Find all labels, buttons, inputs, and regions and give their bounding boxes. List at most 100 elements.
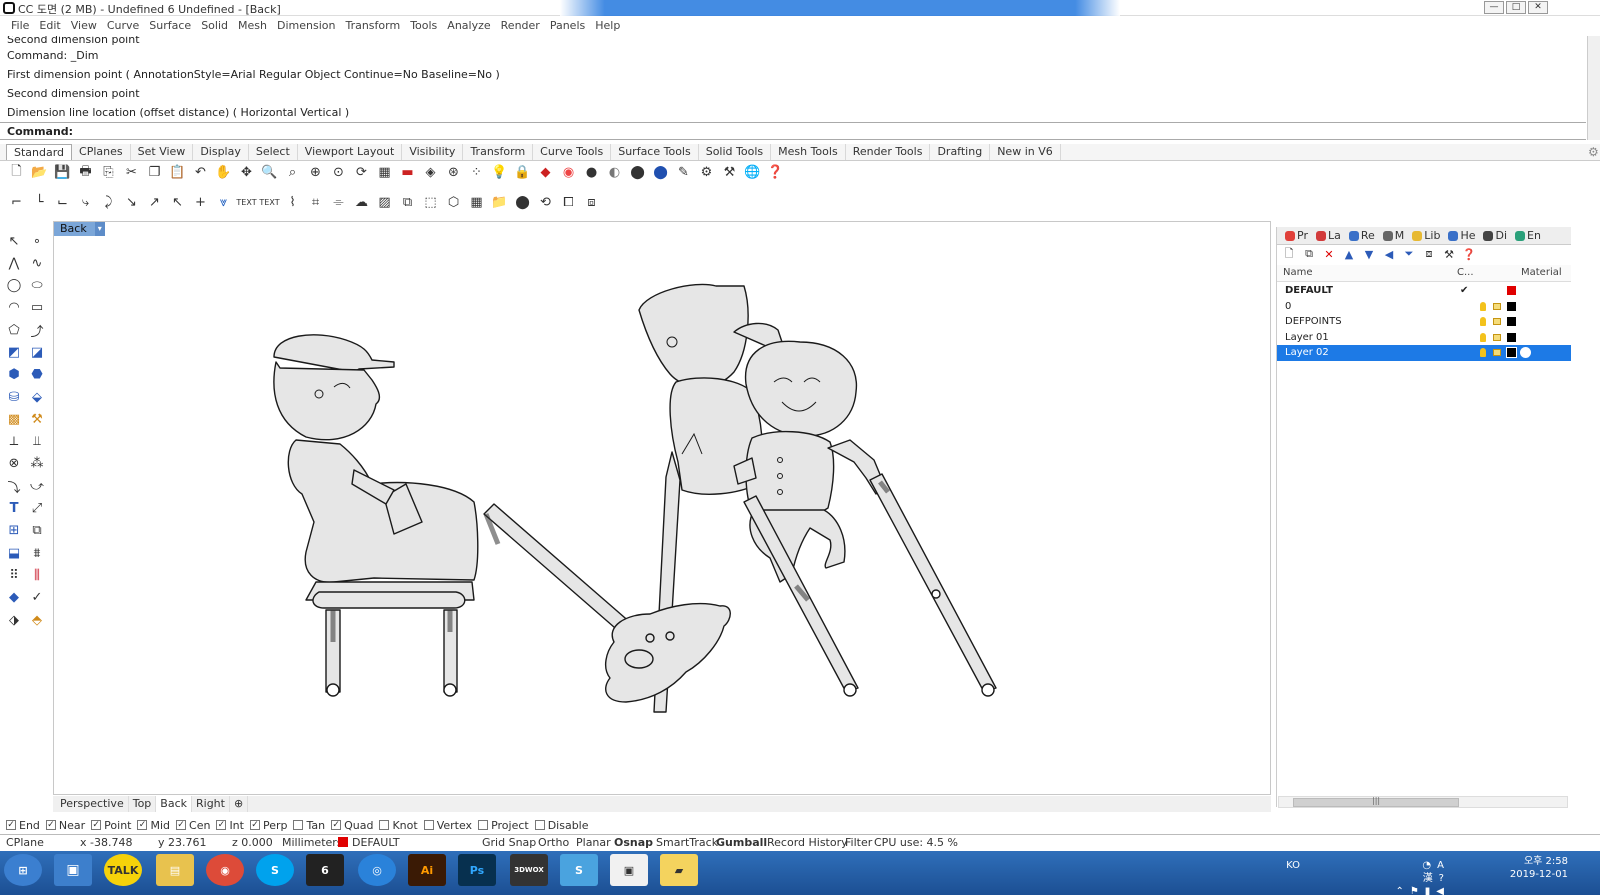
move-to-parent-icon[interactable]: ◀ bbox=[1381, 246, 1397, 262]
menu-transform[interactable]: Transform bbox=[340, 17, 405, 35]
text-icon[interactable]: TEXT bbox=[236, 192, 257, 213]
osnap-checkbox[interactable]: ✓ bbox=[137, 820, 148, 830]
osnap-checkbox[interactable]: ✓ bbox=[176, 820, 187, 830]
tab-select[interactable]: Select bbox=[249, 144, 298, 160]
new-file-icon[interactable]: 🗋 bbox=[6, 162, 27, 183]
drawing-canvas[interactable] bbox=[54, 222, 1272, 796]
rhino-taskbar-icon[interactable]: 6 bbox=[306, 854, 344, 886]
move-down-icon[interactable]: ▼ bbox=[1361, 246, 1377, 262]
minimize-button[interactable]: — bbox=[1484, 1, 1504, 14]
connecting-rod-right[interactable] bbox=[869, 473, 997, 693]
layers-horizontal-scrollbar[interactable]: ||| bbox=[1278, 796, 1568, 808]
osnap-mid[interactable]: ✓ Mid bbox=[137, 817, 170, 833]
browser-icon[interactable]: ◎ bbox=[358, 854, 396, 886]
make-2d-icon[interactable]: ⧉ bbox=[397, 192, 418, 213]
skype-icon[interactable]: S bbox=[256, 854, 294, 886]
osnap-checkbox[interactable]: ✓ bbox=[6, 820, 16, 830]
notepad-icon[interactable]: ▣ bbox=[610, 854, 648, 886]
tab-set-view[interactable]: Set View bbox=[131, 144, 194, 160]
light-bulb-icon[interactable] bbox=[1480, 348, 1486, 357]
smiling-child-figure[interactable] bbox=[733, 340, 885, 583]
menu-dimension[interactable]: Dimension bbox=[272, 17, 340, 35]
offset-icon[interactable]: ⤵ bbox=[3, 475, 25, 497]
explode-icon[interactable]: ⁂ bbox=[26, 453, 48, 475]
box-solid-icon[interactable]: ⬢ bbox=[3, 364, 25, 386]
cplane-label[interactable]: CPlane bbox=[6, 835, 44, 850]
light-bulb-icon[interactable] bbox=[1480, 301, 1486, 311]
menu-curve[interactable]: Curve bbox=[102, 17, 144, 35]
tab-mesh-tools[interactable]: Mesh Tools bbox=[771, 144, 846, 160]
delete-layer-icon[interactable]: ✕ bbox=[1321, 246, 1337, 262]
tab-materials[interactable]: M bbox=[1379, 227, 1409, 244]
rendered-sphere-icon[interactable]: ◐ bbox=[604, 162, 625, 183]
close-button[interactable]: ✕ bbox=[1528, 1, 1548, 14]
properties-icon[interactable]: ⬗ bbox=[3, 609, 25, 631]
curve-icon[interactable]: ∿ bbox=[26, 252, 48, 274]
3dwox-icon[interactable]: 3DWOX bbox=[510, 854, 548, 886]
scrollbar-thumb[interactable]: ||| bbox=[1293, 796, 1459, 807]
array-icon[interactable]: ⊞ bbox=[3, 520, 25, 542]
zoom-extents-icon[interactable]: ⊕ bbox=[305, 162, 326, 183]
sweep-icon[interactable]: ⬙ bbox=[26, 386, 48, 408]
circle-icon[interactable]: ◯ bbox=[3, 275, 25, 297]
osnap-checkbox[interactable] bbox=[293, 820, 304, 830]
layer-row-selected[interactable]: Layer 02 bbox=[1277, 345, 1571, 361]
tab-rendering[interactable]: Re bbox=[1345, 227, 1379, 244]
menu-analyze[interactable]: Analyze bbox=[442, 17, 495, 35]
tab-libraries[interactable]: Lib bbox=[1408, 227, 1444, 244]
tab-cplanes[interactable]: CPlanes bbox=[72, 144, 131, 160]
viewport-name[interactable]: Back bbox=[54, 222, 95, 236]
start-button[interactable]: ⊞ bbox=[4, 854, 42, 886]
layer-color-swatch[interactable] bbox=[1507, 332, 1516, 342]
file-explorer-icon[interactable]: ▤ bbox=[156, 854, 194, 886]
rectangle-icon[interactable]: ▭ bbox=[26, 297, 48, 319]
hatch-icon[interactable]: ⌗ bbox=[305, 192, 326, 213]
kakaotalk-icon[interactable]: TALK bbox=[104, 854, 142, 886]
command-line-spinner[interactable] bbox=[1587, 122, 1600, 140]
fillet-icon[interactable]: ⤴ bbox=[26, 319, 48, 341]
box-edit-icon[interactable]: ⬓ bbox=[3, 542, 25, 564]
mesh-tools-icon[interactable]: ⚒ bbox=[26, 408, 48, 430]
layer-tools-icon[interactable]: ⧈ bbox=[1421, 246, 1437, 262]
layer-settings-icon[interactable]: ⚒ bbox=[1441, 246, 1457, 262]
clock[interactable]: 오후 2:58 2019-12-01 bbox=[1498, 855, 1568, 881]
lights-icon[interactable]: ⬘ bbox=[26, 609, 48, 631]
block-icon[interactable]: ⬡ bbox=[443, 192, 464, 213]
layer-color-swatch[interactable] bbox=[1507, 286, 1516, 295]
menu-edit[interactable]: Edit bbox=[34, 17, 65, 35]
boolean-union-icon[interactable]: ⬣ bbox=[26, 364, 48, 386]
polyline-icon[interactable]: ⋀ bbox=[3, 252, 25, 274]
black-dot-icon[interactable]: ⬤ bbox=[512, 192, 533, 213]
osnap-int[interactable]: ✓ Int bbox=[216, 817, 244, 833]
text-block-icon[interactable]: TEXT bbox=[259, 192, 280, 213]
lock-icon[interactable] bbox=[1493, 333, 1501, 341]
layer-color-swatch[interactable] bbox=[1507, 301, 1516, 311]
detail-view-icon[interactable]: ⧠ bbox=[558, 192, 579, 213]
angle-dimension-icon[interactable]: ⌙ bbox=[52, 192, 73, 213]
tab-transform[interactable]: Transform bbox=[463, 144, 534, 160]
options-icon[interactable]: ⚒ bbox=[719, 162, 740, 183]
units-label[interactable]: Millimeters bbox=[282, 835, 343, 850]
osnap-checkbox[interactable] bbox=[379, 820, 390, 830]
osnap-checkbox[interactable]: ✓ bbox=[45, 820, 56, 830]
tab-back[interactable]: Back bbox=[156, 796, 192, 812]
pan-hand-icon[interactable]: ✋ bbox=[213, 162, 234, 183]
toolbar-settings-gear-icon[interactable]: ⚙ bbox=[1588, 145, 1599, 159]
tab-right[interactable]: Right bbox=[192, 796, 230, 812]
shaded-sphere-icon[interactable]: ● bbox=[581, 162, 602, 183]
point-icon[interactable]: ⁘ bbox=[466, 162, 487, 183]
text-tool-icon[interactable]: T bbox=[3, 498, 25, 520]
table-icon[interactable]: ▦ bbox=[466, 192, 487, 213]
current-layer[interactable]: DEFAULT bbox=[352, 835, 400, 850]
globe-icon[interactable]: 🌐 bbox=[742, 162, 763, 183]
menu-file[interactable]: File bbox=[6, 17, 34, 35]
layer-help-icon[interactable]: ❓ bbox=[1461, 246, 1477, 262]
select-dimension-icon[interactable]: ⩔ bbox=[213, 192, 234, 213]
boy-with-cap-figure[interactable] bbox=[273, 334, 479, 693]
gumball-icon[interactable]: ◈ bbox=[420, 162, 441, 183]
trim-icon[interactable]: ⟂ bbox=[3, 431, 25, 453]
task-view-icon[interactable]: ▣ bbox=[54, 854, 92, 886]
mesh-icon[interactable]: ▩ bbox=[3, 408, 25, 430]
osnap-perp[interactable]: ✓ Perp bbox=[249, 817, 287, 833]
center-mark-icon[interactable]: + bbox=[190, 192, 211, 213]
